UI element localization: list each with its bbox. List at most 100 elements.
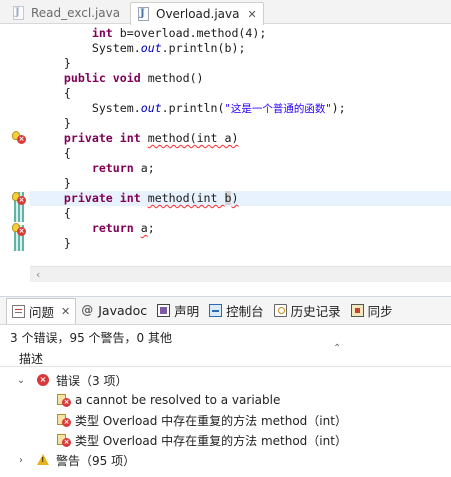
code-token: out [140, 41, 162, 55]
tab-label: 历史记录 [290, 304, 341, 319]
tab-label: Javadoc [98, 303, 148, 318]
sync-icon [350, 304, 364, 317]
java-error-icon: × [57, 393, 71, 407]
code-line[interactable]: System.out.println(b); [36, 41, 246, 56]
code-token: System. [91, 101, 141, 115]
code-line[interactable]: public void method() [36, 71, 204, 86]
chevron-down-icon[interactable]: ⌄ [16, 375, 26, 386]
code-line[interactable]: } [36, 56, 71, 71]
code-token: .println(b); [161, 41, 246, 55]
code-token: { [63, 86, 71, 100]
tree-item-error[interactable]: × 类型 Overload 中存在重复的方法 method（int） [0, 410, 451, 430]
history-icon [273, 304, 287, 317]
editor-tab-bar: J Read_excl.java J Overload.java ✕ [0, 0, 451, 25]
code-token: void [112, 71, 141, 85]
code-area[interactable]: int b=overload.method(4); System.out.pri… [0, 26, 451, 266]
tab-label: 同步 [367, 304, 393, 319]
horizontal-scrollbar[interactable]: ‹ [30, 266, 451, 282]
view-tab-bar: 问题 ✕ @ Javadoc 声明 控制台 历史记录 同步 [0, 297, 451, 325]
code-line-current[interactable]: private int method(int b) [30, 191, 451, 206]
code-line[interactable]: return a; [36, 161, 155, 176]
code-token: } [63, 176, 71, 190]
java-editor[interactable]: J Read_excl.java J Overload.java ✕ × × ×… [0, 0, 451, 290]
code-token: } [63, 56, 71, 70]
code-line[interactable]: return a; [36, 221, 155, 236]
group-label: 警告（95 项） [56, 453, 136, 468]
code-token: System. [91, 41, 141, 55]
code-token: method() [140, 71, 204, 85]
tree-item-error[interactable]: × a cannot be resolved to a variable [0, 390, 451, 410]
description-column-header[interactable]: 描述 ⌃ [0, 343, 451, 367]
column-header-label: 描述 [19, 352, 44, 366]
code-token: return [91, 221, 134, 235]
code-line[interactable]: } [36, 176, 71, 191]
code-line[interactable]: } [36, 116, 71, 131]
tree-item-errors-group[interactable]: ⌄ × 错误（3 项） [0, 370, 451, 390]
tab-problems[interactable]: 问题 ✕ [6, 297, 77, 324]
code-token: int [119, 131, 141, 145]
scroll-left-icon[interactable]: ‹ [36, 267, 40, 283]
tab-label: 声明 [174, 304, 200, 319]
java-file-icon: J [12, 6, 26, 20]
editor-tab-label: Overload.java [156, 7, 240, 21]
code-token: method(int a) [147, 131, 239, 145]
tab-console[interactable]: 控制台 [204, 298, 269, 324]
console-icon [209, 304, 223, 317]
code-token: "这是一个普通的函数" [224, 103, 332, 115]
tree-item-error[interactable]: × 类型 Overload 中存在重复的方法 method（int） [0, 430, 451, 450]
tree-item-warnings-group[interactable]: › ! 警告（95 项） [0, 450, 451, 470]
problems-view: 问题 ✕ @ Javadoc 声明 控制台 历史记录 同步 3 个错误，95 个… [0, 296, 451, 477]
chevron-right-icon[interactable]: › [16, 455, 26, 466]
code-token: ) [231, 191, 239, 205]
code-token: { [63, 146, 71, 160]
warning-icon: ! [37, 454, 49, 465]
code-line[interactable]: { [36, 206, 71, 221]
sort-ascending-icon[interactable]: ⌃ [333, 343, 341, 354]
problem-description: 类型 Overload 中存在重复的方法 method（int） [75, 433, 347, 448]
tab-synchronize[interactable]: 同步 [346, 298, 398, 324]
code-token: private [63, 191, 113, 205]
java-file-icon: J [137, 7, 151, 21]
problems-icon [12, 304, 25, 318]
code-line[interactable]: } [36, 236, 71, 251]
code-token: } [63, 236, 71, 250]
tab-javadoc[interactable]: @ Javadoc [76, 298, 152, 324]
code-token: int [91, 26, 113, 40]
code-token: a [140, 221, 148, 235]
code-line[interactable]: System.out.println("这是一个普通的函数"); [36, 101, 346, 116]
declaration-icon [157, 304, 171, 317]
tab-declaration[interactable]: 声明 [152, 298, 204, 324]
close-icon[interactable]: ✕ [61, 305, 70, 318]
code-line[interactable]: int b=overload.method(4); [36, 26, 267, 41]
java-error-icon: × [57, 413, 71, 427]
code-token: ; [147, 221, 155, 235]
tab-label: 控制台 [226, 304, 264, 319]
problem-description: 类型 Overload 中存在重复的方法 method（int） [75, 413, 347, 428]
at-icon: @ [81, 303, 94, 317]
code-token: } [63, 116, 71, 130]
error-icon: × [37, 374, 49, 386]
code-token: out [140, 101, 162, 115]
code-token: return [91, 161, 134, 175]
code-line[interactable]: private int method(int a) [36, 131, 239, 146]
editor-tab-read-excl[interactable]: J Read_excl.java [6, 2, 126, 24]
java-error-icon: × [57, 433, 71, 447]
editor-tab-label: Read_excl.java [31, 6, 121, 20]
tab-label: 问题 [29, 304, 55, 320]
code-line[interactable]: { [36, 86, 71, 101]
code-token: a; [133, 161, 155, 175]
tab-history[interactable]: 历史记录 [269, 298, 346, 324]
group-label: 错误（3 项） [56, 373, 128, 388]
problem-description: a cannot be resolved to a variable [75, 393, 281, 407]
code-line[interactable]: { [36, 146, 71, 161]
code-token: ); [331, 101, 346, 115]
editor-tab-overload[interactable]: J Overload.java ✕ [130, 2, 264, 25]
close-icon[interactable]: ✕ [247, 8, 256, 21]
code-token: public [63, 71, 106, 85]
code-token: { [63, 206, 71, 220]
problems-summary: 3 个错误，95 个警告，0 其他 [10, 331, 172, 345]
